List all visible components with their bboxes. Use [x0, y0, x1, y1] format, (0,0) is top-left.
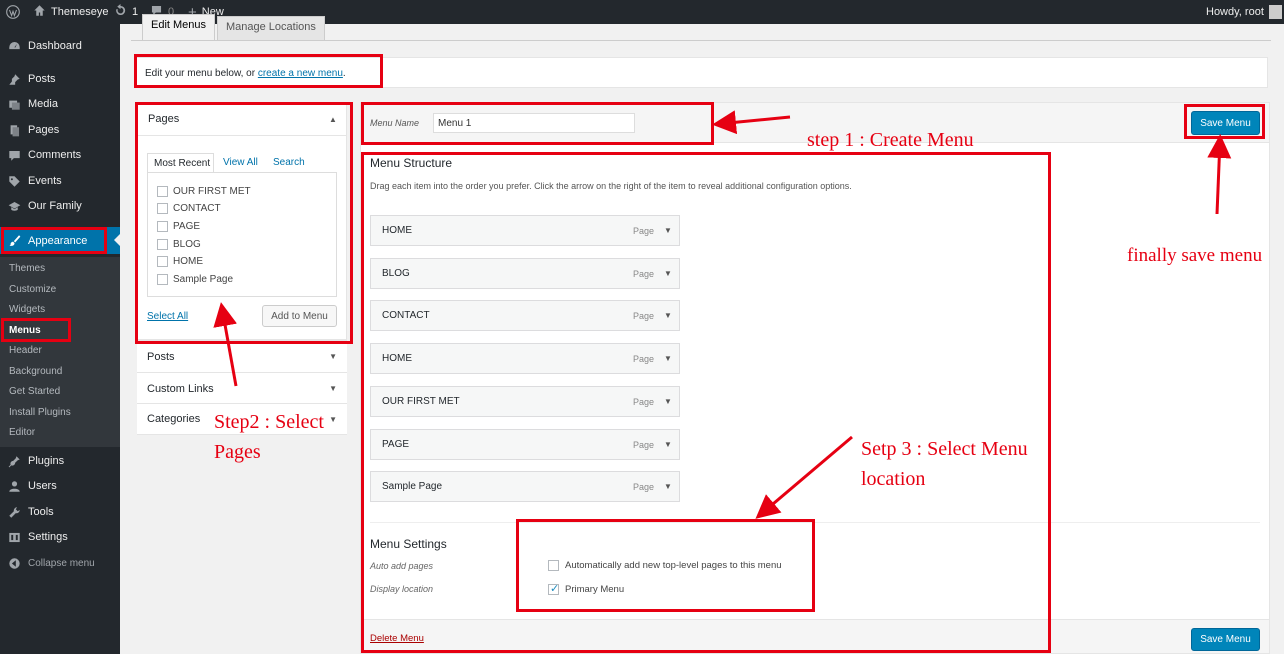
arrow-save [1207, 134, 1232, 215]
arrow-step2 [213, 302, 238, 387]
annotation-final: finally save menu [1127, 245, 1263, 266]
annotation-step3-line1: Setp 3 : Select Menu [861, 438, 1028, 460]
annotation-step2-line1: Step2 : Select [214, 411, 324, 433]
arrow-step1 [712, 110, 791, 135]
annotation-step3-line2: location [861, 468, 926, 490]
arrow-step3 [755, 435, 853, 519]
annotation-arrows [213, 110, 1232, 519]
annotation-step1: step 1 : Create Menu [807, 129, 974, 151]
annotation-step2-line2: Pages [214, 441, 261, 463]
